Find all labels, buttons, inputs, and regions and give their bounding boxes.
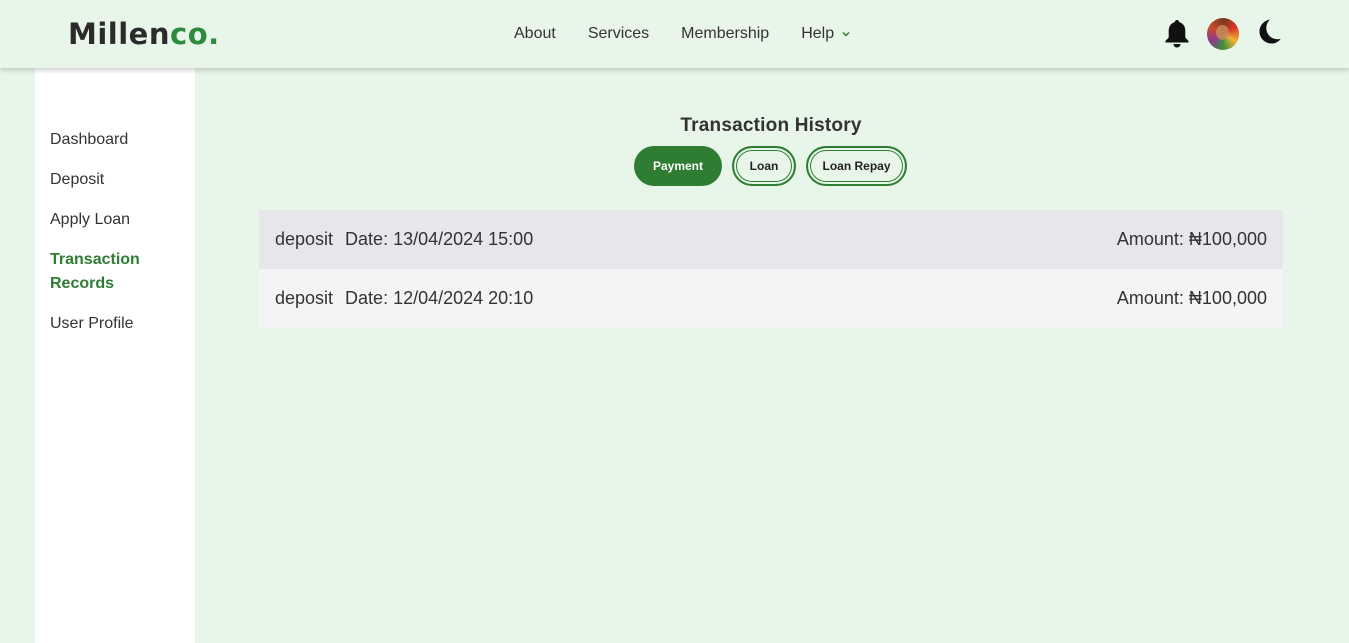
sidebar-item-apply-loan[interactable]: Apply Loan bbox=[50, 208, 190, 232]
bell-icon[interactable] bbox=[1163, 18, 1191, 49]
nav-help[interactable]: Help bbox=[801, 24, 851, 44]
tab-loan-repay[interactable]: Loan Repay bbox=[806, 146, 907, 186]
transaction-list: deposit Date: 13/04/2024 15:00 Amount: ₦… bbox=[259, 210, 1283, 328]
transaction-amount: Amount: ₦100,000 bbox=[1116, 229, 1267, 249]
list-item: deposit Date: 13/04/2024 15:00 Amount: ₦… bbox=[259, 210, 1283, 269]
nav-about[interactable]: About bbox=[514, 24, 556, 44]
transaction-tabs: Payment Loan Loan Repay bbox=[634, 146, 907, 186]
transaction-date: Date: 12/04/2024 20:10 bbox=[345, 288, 534, 308]
brand-name-dark: Millen bbox=[68, 17, 170, 51]
main-nav: About Services Membership Help bbox=[514, 24, 851, 44]
brand-logo[interactable]: Millenco. bbox=[68, 16, 220, 52]
sidebar-item-transaction-records[interactable]: Transaction Records bbox=[50, 248, 150, 296]
avatar[interactable] bbox=[1207, 18, 1239, 50]
sidebar-item-user-profile[interactable]: User Profile bbox=[50, 312, 190, 336]
nav-help-label: Help bbox=[801, 25, 835, 42]
page-title: Transaction History bbox=[680, 115, 862, 136]
transaction-date: Date: 13/04/2024 15:00 bbox=[345, 229, 534, 249]
top-navbar: Millenco. About Services Membership Help bbox=[0, 0, 1349, 68]
moon-icon[interactable] bbox=[1256, 18, 1282, 45]
nav-membership[interactable]: Membership bbox=[681, 24, 769, 44]
tab-payment[interactable]: Payment bbox=[634, 146, 722, 186]
transaction-amount: Amount: ₦100,000 bbox=[1116, 288, 1267, 308]
sidebar: Dashboard Deposit Apply Loan Transaction… bbox=[35, 68, 195, 643]
nav-services[interactable]: Services bbox=[588, 24, 649, 44]
list-item: deposit Date: 12/04/2024 20:10 Amount: ₦… bbox=[259, 269, 1283, 328]
sidebar-item-deposit[interactable]: Deposit bbox=[50, 168, 190, 192]
tab-loan[interactable]: Loan bbox=[732, 146, 796, 186]
transaction-type: deposit bbox=[275, 288, 334, 308]
brand-name-green: co. bbox=[170, 17, 220, 51]
sidebar-item-dashboard[interactable]: Dashboard bbox=[50, 128, 190, 152]
transaction-type: deposit bbox=[275, 229, 334, 249]
chevron-down-icon bbox=[842, 31, 850, 37]
